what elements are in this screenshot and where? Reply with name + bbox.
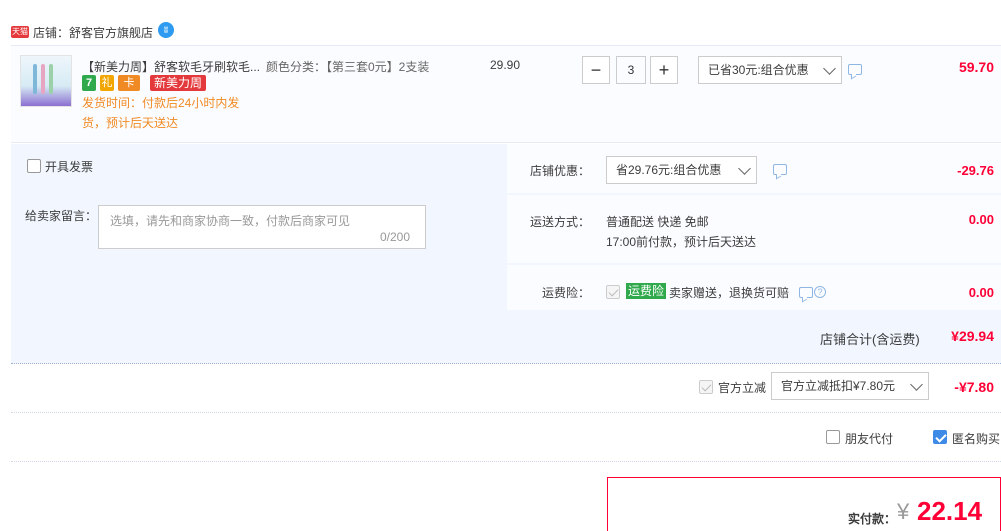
product-spec: 颜色分类：【第三套0元】2支装: [266, 60, 430, 74]
seven-day-return-icon: 7: [82, 75, 96, 91]
help-icon[interactable]: ?: [814, 286, 826, 298]
item-discount-select[interactable]: 已省30元:组合优惠: [698, 56, 842, 84]
shop-discount-select[interactable]: 省29.76元:组合优惠: [606, 156, 757, 184]
shop-total-amount: ¥29.94: [951, 328, 994, 344]
divider: [11, 461, 1001, 462]
product-title[interactable]: 【新美力周】舒客软毛牙刷软毛...: [82, 58, 260, 75]
product-thumbnail[interactable]: [20, 55, 72, 107]
item-subtotal: 59.70: [958, 59, 994, 75]
chevron-down-icon: [910, 378, 923, 391]
comment-icon[interactable]: [773, 164, 787, 175]
friend-pay-label: 朋友代付: [845, 432, 894, 446]
toothbrush-shape: [33, 64, 37, 94]
quantity-input[interactable]: 3: [616, 56, 646, 84]
shipping-amount: 0.00: [968, 212, 994, 227]
invoice-label: 开具发票: [45, 160, 94, 174]
card-icon: 卡: [118, 75, 140, 91]
shop-name[interactable]: 店铺：舒客官方旗舰店: [33, 24, 153, 41]
insurance-tag: 运费险: [626, 283, 667, 299]
shop-total-label: 店铺合计(含运费): [820, 332, 920, 347]
shipping-time-line: 货，预计后天送达: [82, 116, 179, 130]
item-discount-value: 已省30元:组合优惠: [708, 63, 809, 77]
quantity-decrease-button[interactable]: −: [582, 56, 610, 84]
official-discount-value: 官方立减抵扣¥7.80元: [781, 379, 896, 393]
chevron-down-icon: [823, 62, 836, 75]
message-label: 给卖家留言：: [25, 209, 98, 223]
insurance-label: 运费险：: [542, 286, 591, 300]
service-tags: 7 礼卡新美力周: [82, 75, 210, 91]
chevron-down-icon: [738, 162, 751, 175]
unit-price: 29.90: [490, 58, 521, 72]
tmall-badge: 天猫: [11, 26, 29, 38]
comment-icon[interactable]: [799, 287, 813, 298]
promo-tag: 新美力周: [150, 75, 207, 91]
insurance-amount: 0.00: [968, 285, 994, 300]
anonymous-checkbox[interactable]: [933, 430, 947, 444]
message-char-counter: 0/200: [380, 230, 411, 244]
toothbrush-shape: [41, 64, 45, 94]
shop-discount-label: 店铺优惠：: [530, 164, 591, 178]
divider: [11, 412, 1001, 413]
official-discount-label: 官方立减: [718, 381, 767, 395]
anonymous-label: 匿名购买: [952, 432, 1001, 446]
shipping-method: 普通配送 快递 免邮: [606, 215, 709, 229]
shipping-label: 运送方式：: [530, 215, 591, 229]
shop-discount-amount: -29.76: [957, 163, 994, 178]
payable-amount: 22.14: [917, 496, 983, 526]
friend-pay-checkbox[interactable]: [826, 430, 840, 444]
official-discount-amount: -¥7.80: [954, 379, 994, 395]
official-discount-checkbox: [699, 380, 713, 394]
shipping-time-note: 发货时间：付款后24小时内发 货，预计后天送达: [82, 93, 252, 133]
seller-message-placeholder: 选填，请先和商家协商一致，付款后商家可见: [110, 214, 351, 228]
quantity-increase-button[interactable]: +: [650, 56, 678, 84]
payable-currency: ¥: [897, 499, 910, 524]
payable-label: 实付款：: [848, 512, 897, 526]
toothbrush-shape: [49, 64, 53, 94]
invoice-checkbox[interactable]: [27, 159, 41, 173]
gift-icon: 礼: [100, 75, 114, 91]
shipping-time-line: 发货时间：付款后24小时内发: [82, 96, 240, 110]
insurance-checkbox: [606, 285, 620, 299]
shop-discount-value: 省29.76元:组合优惠: [616, 163, 722, 177]
insurance-text: 卖家赠送，退换货可赔: [669, 286, 790, 300]
shipping-eta: 17:00前付款，预计后天送达: [606, 235, 757, 249]
official-discount-select[interactable]: 官方立减抵扣¥7.80元: [771, 372, 929, 400]
wangwang-chat-icon[interactable]: ʬ: [158, 22, 174, 38]
comment-icon[interactable]: [848, 64, 862, 75]
